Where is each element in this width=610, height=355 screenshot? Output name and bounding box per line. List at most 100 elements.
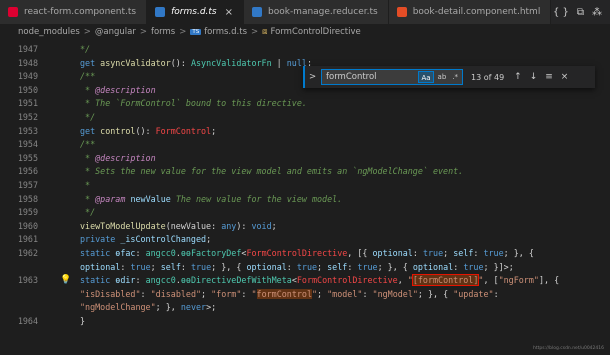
tab-label: react-form.component.ts xyxy=(24,7,137,17)
code-token: AsyncValidatorFn xyxy=(190,57,272,68)
code-line[interactable]: "isDisabled": "disabled"; "form": "formC… xyxy=(0,288,610,301)
code-token: control xyxy=(100,125,136,136)
code-text: * Sets the new value for the view model … xyxy=(80,165,463,178)
line-number: 1961 xyxy=(17,234,38,245)
code-line[interactable]: 1961 private _isControlChanged; xyxy=(0,233,610,246)
code-token: true xyxy=(296,261,318,272)
code-token: ; xyxy=(211,125,217,136)
code-token: any xyxy=(221,220,237,231)
toggle-replace-chevron-icon[interactable]: > xyxy=(309,72,319,82)
find-input[interactable]: formControl Aa ab .* xyxy=(321,69,463,85)
breadcrumb-forms[interactable]: forms xyxy=(151,27,175,37)
code-token: FormControlDirective xyxy=(296,275,398,286)
code-token: FormControl xyxy=(155,125,212,136)
code-token: ɵfac xyxy=(115,248,136,258)
code-token: ; xyxy=(271,220,277,231)
code-token: "ngModel" xyxy=(372,288,418,299)
code-token: private xyxy=(80,234,121,245)
code-text: * The `FormControl` bound to this direct… xyxy=(80,97,307,110)
code-text: viewToModelUpdate(newValue: any): void; xyxy=(80,220,277,233)
find-in-selection-button[interactable]: ≡ xyxy=(545,72,553,82)
code-line[interactable]: 1954 /** xyxy=(0,138,610,151)
code-token: ɵdir xyxy=(115,275,136,286)
code-token: FormControlDirective xyxy=(246,248,348,258)
line-number: 1960 xyxy=(17,220,38,231)
code-line[interactable]: 1959 */ xyxy=(0,206,610,219)
line-number: 1956 xyxy=(17,166,38,177)
code-token: optional xyxy=(80,261,121,272)
code-token: : xyxy=(140,288,151,299)
code-token: ; }, xyxy=(155,302,181,313)
code-line[interactable]: 1947 */ xyxy=(0,43,610,56)
code-line[interactable]: 1960 viewToModelUpdate(newValue: any): vo… xyxy=(0,220,610,233)
code-token: true xyxy=(483,248,504,258)
typescript-icon xyxy=(252,7,262,17)
code-line[interactable]: 1957 * xyxy=(0,179,610,192)
line-number: 1948 xyxy=(17,57,38,68)
breadcrumb-node-modules[interactable]: node_modules xyxy=(18,27,80,37)
html-icon xyxy=(396,7,407,17)
code-token: true xyxy=(463,261,484,272)
split-editor-icon[interactable]: ⧉ xyxy=(577,7,584,18)
code-line[interactable]: optional: true; self: true; }, { optiona… xyxy=(0,261,610,274)
line-number: 1952 xyxy=(17,112,38,122)
tab-3[interactable]: book-detail.component.html xyxy=(388,0,552,24)
match-count: 13 of 49 xyxy=(471,72,505,82)
code-token: "disabled" xyxy=(150,288,202,299)
code-line[interactable]: 1952 */ xyxy=(0,111,610,124)
line-number: 1949 xyxy=(17,71,38,82)
code-line[interactable]: 1953 get control(): FormControl; xyxy=(0,125,610,138)
use-regex-button[interactable]: .* xyxy=(450,71,460,83)
code-token: : xyxy=(135,248,146,258)
code-token: * The `FormControl` bound to this direct… xyxy=(80,98,307,109)
code-text: get control(): FormControl; xyxy=(80,125,216,138)
find-query: formControl xyxy=(326,72,377,82)
code-line[interactable]: 1964} xyxy=(0,315,610,328)
code-line[interactable]: 1963 💡 static ɵdir: angcc0.ɵɵDirectiveDefW… xyxy=(0,274,610,287)
more-actions-icon[interactable]: ⁂ xyxy=(592,7,602,18)
code-token: The new value for the view model. xyxy=(170,193,343,204)
tab-0[interactable]: react-form.component.ts xyxy=(0,0,148,24)
code-line[interactable]: 1962 static ɵfac: angcc0.ɵɵFactoryDef<For… xyxy=(0,247,610,260)
code-line[interactable]: 1955 * @description xyxy=(0,152,610,165)
code-token: _isControlChanged xyxy=(120,234,207,245)
code-token: ; }, { xyxy=(417,288,454,299)
breadcrumb-symbol[interactable]: FormControlDirective xyxy=(271,27,361,37)
previous-match-button[interactable]: ↑ xyxy=(514,72,522,82)
code-token: : xyxy=(362,288,373,299)
match-whole-word-button[interactable]: ab xyxy=(436,71,449,83)
code-token: get xyxy=(80,57,101,68)
line-number: 1953 xyxy=(17,125,38,136)
code-line[interactable]: 1951 * The `FormControl` bound to this d… xyxy=(0,97,610,110)
code-token: >; xyxy=(206,302,217,313)
close-find-button[interactable]: × xyxy=(561,72,569,82)
breadcrumb-angular[interactable]: @angular xyxy=(95,27,136,37)
code-token: ; }, { xyxy=(377,261,413,272)
code-token: self xyxy=(160,261,181,272)
typescript-icon xyxy=(155,7,166,17)
match-case-button[interactable]: Aa xyxy=(418,71,434,83)
line-number: 1951 xyxy=(17,98,38,109)
code-token: angcc0 xyxy=(145,248,176,258)
code-token: never xyxy=(180,302,207,313)
code-token: optional xyxy=(372,248,413,258)
code-line[interactable]: 1956 * Sets the new value for the view m… xyxy=(0,165,610,178)
line-number: 1947 xyxy=(17,44,38,54)
tab-2[interactable]: book-manage.reducer.ts xyxy=(244,0,389,24)
code-token: ; xyxy=(443,248,454,258)
tab-label: forms.d.ts xyxy=(171,7,217,17)
code-token: */ xyxy=(80,44,91,54)
code-line[interactable]: 1958 * @param newValue The new value for… xyxy=(0,193,610,206)
code-token: newValue xyxy=(130,193,171,204)
code-token: ; xyxy=(201,288,212,299)
open-changes-icon[interactable]: { } xyxy=(553,7,569,18)
code-line[interactable]: "ngModelChange"; }, never>; xyxy=(0,301,610,314)
tab-1[interactable]: forms.d.ts × xyxy=(147,0,244,24)
line-number: 1962 xyxy=(17,248,38,258)
next-match-button[interactable]: ↓ xyxy=(530,72,538,82)
close-tab-icon[interactable]: × xyxy=(225,7,233,18)
breadcrumb-separator: > xyxy=(139,27,147,37)
breadcrumb-file[interactable]: forms.d.ts xyxy=(204,27,247,37)
lightbulb-icon[interactable]: 💡 xyxy=(60,274,71,287)
code-token: ): xyxy=(236,220,252,231)
